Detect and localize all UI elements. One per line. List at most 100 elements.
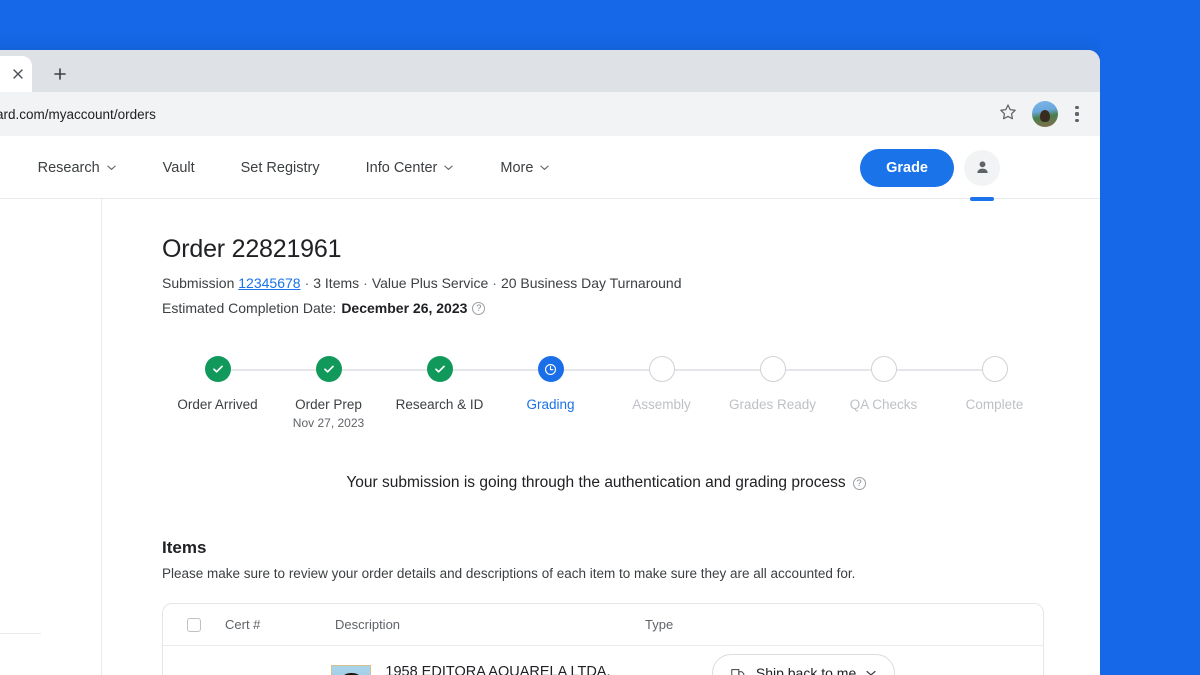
status-text: Your submission is going through the aut… [346,474,846,491]
nav-item-label: Vault [162,159,195,176]
step-connector [661,369,773,371]
card-thumbnail[interactable] [331,664,372,675]
step-assembly[interactable]: Assembly [606,356,773,430]
column-header-description: Description [335,617,401,632]
step-connector [217,369,329,371]
column-header-cert: Cert # [225,617,261,632]
sidebar-divider [0,633,41,634]
step-label: Grades Ready [728,397,817,412]
new-tab-button[interactable] [46,61,74,87]
nav-item-label: Info Center [365,159,438,176]
nav-item-label: More [500,159,534,176]
step-qa-checks[interactable]: QA Checks [828,356,995,430]
truck-icon [731,668,745,675]
ship-back-button[interactable]: Ship back to me [711,654,896,675]
star-icon[interactable] [998,102,1022,126]
nav-item-set-registry[interactable]: Set Registry [218,160,343,176]
step-status-circle [981,356,1008,382]
url-text: //psacard.com/myaccount/orders [0,106,156,122]
column-header-type: Type [645,617,674,632]
close-icon[interactable] [10,66,26,82]
sidebar: Center t Info [0,199,102,675]
items-count: 3 Items [313,275,360,291]
chevron-down-icon [444,165,454,171]
step-status-circle [648,356,675,382]
nav-item-label: Set Registry [240,159,320,176]
eta-label: Estimated Completion Date: [162,300,337,316]
estimated-completion: Estimated Completion Date: December 26, … [162,300,1100,316]
browser-window: //psacard.com/myaccount/orders ces & Pri… [0,50,1100,675]
chevron-down-icon [106,165,116,171]
ship-back-label: Ship back to me [755,665,857,675]
eta-value: December 26, 2023 [341,300,468,316]
submission-link[interactable]: 12345678 [238,275,300,291]
items-heading: Items [162,538,207,557]
select-all-cell [163,617,225,632]
step-grades-ready[interactable]: Grades Ready [717,356,884,430]
step-connector [439,369,551,371]
address-bar[interactable]: //psacard.com/myaccount/orders [0,99,940,129]
step-research-id[interactable]: Research & ID [384,356,551,430]
plus-icon [54,68,66,80]
step-complete[interactable]: Complete [939,356,1050,430]
step-status-circle [759,356,786,382]
browser-tab-strip [0,50,1100,92]
step-connector [550,369,662,371]
main-content: Order 22821961 Submission 12345678 · 3 Ite… [102,199,1100,675]
step-label: Assembly [632,397,691,412]
nav-item-more[interactable]: More [477,160,573,176]
select-all-checkbox[interactable] [187,617,201,632]
items-subtitle: Please make sure to review your order de… [162,566,856,581]
step-date: Nov 27, 2023 [292,416,365,430]
turnaround: 20 Business Day Turnaround [500,275,682,291]
step-connector [883,369,995,371]
check-icon [323,365,334,373]
check-icon [212,365,223,373]
table-row: 63574353 1958 EDITORA AQUARELA LTDA. BRA… [163,646,1043,675]
step-label: Research & ID [395,397,484,412]
clock-icon [544,363,557,375]
profile-avatar-icon[interactable] [1032,101,1058,127]
help-circle-icon[interactable]: ? [472,301,486,315]
order-meta: Submission 12345678 · 3 Items · Value Plus S… [162,275,682,291]
step-label: Order Prep [295,397,362,412]
step-label: QA Checks [849,397,918,412]
status-message: Your submission is going through the aut… [162,474,1050,492]
submission-label: Submission [162,275,235,291]
step-status-circle [870,356,897,382]
step-order-arrived[interactable]: Order Arrived [162,356,329,430]
site-nav: ces & Prices Research Vault Set Registry… [0,136,573,199]
step-connector [328,369,440,371]
items-table: Cert # Description Type 63574353 1958 ED… [162,603,1044,675]
header-actions: Grade [860,136,1000,201]
nav-item-vault[interactable]: Vault [140,160,218,176]
grade-button[interactable]: Grade [860,148,954,187]
check-icon [434,365,445,373]
chevron-down-icon [540,165,550,171]
description-cell: 1958 EDITORA AQUARELA LTDA. BRASIL CAMPE… [331,662,633,675]
page-title: Order 22821961 [162,235,342,263]
site-body: Center t Info Order 22821961 Submission … [0,199,1100,675]
help-circle-icon[interactable]: ? [852,476,866,490]
row-actions: Ship back to me Report Error [711,654,1043,675]
item-description: 1958 EDITORA AQUARELA LTDA. BRASIL CAMPE… [385,664,611,675]
step-grading[interactable]: Grading [495,356,662,430]
step-status-circle [204,356,231,382]
kebab-menu-icon[interactable] [1066,102,1088,126]
nav-item-prices[interactable]: ces & Prices [0,160,15,176]
step-order-prep[interactable]: Order Prep Nov 27, 2023 [273,356,440,430]
nav-item-research[interactable]: Research [15,160,140,176]
account-button[interactable] [964,149,1000,201]
table-header-row: Cert # Description Type [163,604,1043,646]
step-label: Order Arrived [177,397,258,412]
nav-item-label: Research [37,159,100,176]
service-level: Value Plus Service [371,275,489,291]
browser-toolbar: //psacard.com/myaccount/orders [0,92,1100,136]
step-status-circle [315,356,342,382]
page-background-gutter [1100,0,1200,675]
step-label: Complete [965,397,1024,412]
person-icon [976,161,988,174]
nav-item-info-center[interactable]: Info Center [343,160,478,176]
step-label: Grading [526,397,575,412]
site-header: ces & Prices Research Vault Set Registry… [0,136,1100,201]
